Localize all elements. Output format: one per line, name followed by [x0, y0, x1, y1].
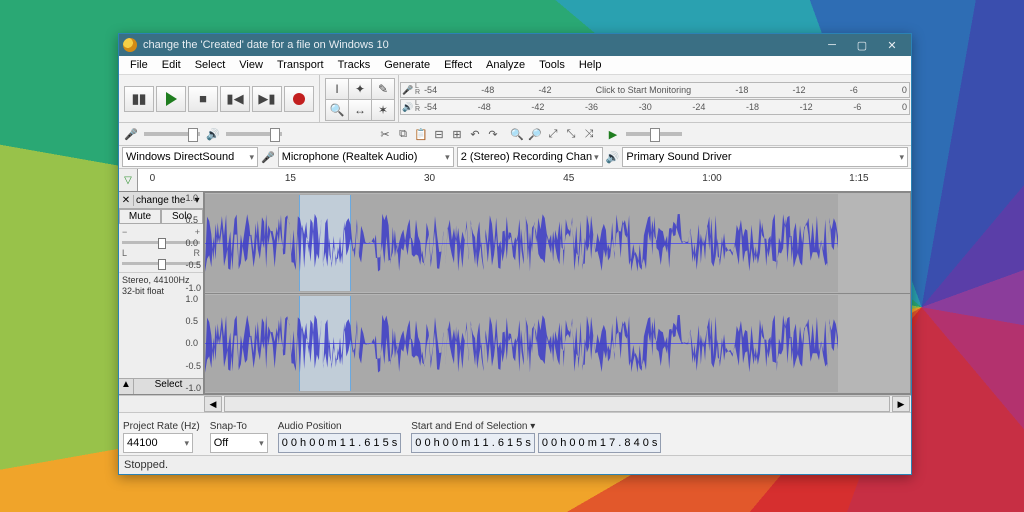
channel-left[interactable]: 1.00.50.0-0.5-1.0: [205, 193, 910, 294]
play-at-speed-icon[interactable]: ▶: [605, 126, 621, 142]
maximize-button[interactable]: ▢: [847, 34, 877, 56]
record-button[interactable]: [284, 86, 314, 112]
redo-icon[interactable]: ↷: [485, 126, 501, 142]
rec-meter-hint: Click to Start Monitoring: [596, 85, 692, 95]
zoom-tool[interactable]: 🔍: [325, 99, 349, 121]
menu-file[interactable]: File: [123, 57, 155, 73]
ruler-pin[interactable]: ▽: [119, 169, 138, 191]
tools-group: I ✦ ✎ 🔍 ↔ ✶: [320, 75, 399, 122]
fit-selection-icon[interactable]: ⤢: [545, 126, 561, 142]
fit-project-icon[interactable]: ⤡: [563, 126, 579, 142]
pos-label: Audio Position: [278, 421, 402, 432]
menu-view[interactable]: View: [232, 57, 270, 73]
menu-tools[interactable]: Tools: [532, 57, 572, 73]
selection-tool[interactable]: I: [325, 78, 349, 100]
undo-icon[interactable]: ↶: [467, 126, 483, 142]
minimize-button[interactable]: ─: [817, 34, 847, 56]
rate-combo[interactable]: 44100▾: [123, 433, 193, 453]
multi-tool[interactable]: ✶: [371, 99, 395, 121]
device-toolbar: Windows DirectSound▾ 🎤 Microphone (Realt…: [119, 146, 911, 169]
h-scrollbar[interactable]: ◀ ▶: [119, 395, 911, 412]
snap-label: Snap-To: [210, 421, 268, 432]
zoom-in-icon[interactable]: 🔍: [509, 126, 525, 142]
sel-end-field[interactable]: 0 0 h 0 0 m 1 7 . 8 4 0 s: [538, 433, 662, 453]
timeshift-tool[interactable]: ↔: [348, 99, 372, 121]
output-icon: 🔊: [606, 151, 620, 164]
status-bar: Stopped.: [119, 455, 911, 474]
play-meter[interactable]: 🔊 LR -54-48-42-36-30-24-18-12-60: [400, 99, 910, 115]
menu-transport[interactable]: Transport: [270, 57, 331, 73]
input-icon: 🎤: [261, 151, 275, 164]
sel-start-field[interactable]: 0 0 h 0 0 m 1 1 . 6 1 5 s: [411, 433, 535, 453]
mixer-edit-row: 🎤 🔊 ✂ ⧉ 📋 ⊟ ⊞ ↶ ↷ 🔍 🔎 ⤢ ⤡ ⤨ ▶: [119, 123, 911, 146]
sel-label: Start and End of Selection: [411, 421, 527, 432]
audacity-icon: [123, 38, 137, 52]
track-name[interactable]: change the: [134, 195, 191, 206]
copy-icon[interactable]: ⧉: [395, 126, 411, 142]
transport-toolbar-row: ▮▮ ■ ▮◀ ▶▮ I ✦ ✎ 🔍 ↔ ✶ 🎤 LR -54-48-42 Cl…: [119, 75, 911, 123]
menu-analyze[interactable]: Analyze: [479, 57, 532, 73]
track-area: ✕ change the ▾ Mute Solo −+ LR Stereo, 4…: [119, 192, 911, 395]
play-speaker-icon: 🔊: [205, 126, 221, 142]
rec-volume-slider[interactable]: [144, 132, 200, 136]
waveform-track[interactable]: 1.00.50.0-0.5-1.0 1.00.50.0-0.5-1.0: [204, 192, 911, 394]
menu-help[interactable]: Help: [572, 57, 609, 73]
mic-icon: 🎤: [401, 85, 415, 96]
rate-label: Project Rate (Hz): [123, 421, 200, 432]
track-close-button[interactable]: ✕: [119, 195, 134, 206]
scroll-right-button[interactable]: ▶: [892, 396, 910, 412]
scroll-left-button[interactable]: ◀: [204, 396, 222, 412]
channels-combo[interactable]: 2 (Stereo) Recording Chan▾: [457, 147, 603, 167]
draw-tool[interactable]: ✎: [371, 78, 395, 100]
pause-button[interactable]: ▮▮: [124, 86, 154, 112]
cut-icon[interactable]: ✂: [377, 126, 393, 142]
zoom-out-icon[interactable]: 🔎: [527, 126, 543, 142]
mute-button[interactable]: Mute: [119, 209, 161, 224]
time-ruler[interactable]: ▽ 0 15 30 45 1:00 1:15: [119, 169, 911, 192]
zoom-toggle-icon[interactable]: ⤨: [581, 126, 597, 142]
menu-tracks[interactable]: Tracks: [331, 57, 378, 73]
status-text: Stopped.: [124, 459, 168, 471]
menu-effect[interactable]: Effect: [437, 57, 479, 73]
menu-bar: File Edit Select View Transport Tracks G…: [119, 56, 911, 75]
envelope-tool[interactable]: ✦: [348, 78, 372, 100]
menu-generate[interactable]: Generate: [377, 57, 437, 73]
audacity-window: change the 'Created' date for a file on …: [118, 33, 912, 475]
play-speed-slider[interactable]: [626, 132, 682, 136]
play-volume-slider[interactable]: [226, 132, 282, 136]
close-button[interactable]: ✕: [877, 34, 907, 56]
skip-end-button[interactable]: ▶▮: [252, 86, 282, 112]
rec-mic-icon: 🎤: [123, 126, 139, 142]
input-combo[interactable]: Microphone (Realtek Audio)▾: [278, 147, 454, 167]
output-combo[interactable]: Primary Sound Driver▾: [622, 147, 908, 167]
titlebar[interactable]: change the 'Created' date for a file on …: [119, 34, 911, 56]
speaker-icon: 🔊: [401, 102, 415, 113]
host-combo[interactable]: Windows DirectSound▾: [122, 147, 258, 167]
meters-group: 🎤 LR -54-48-42 Click to Start Monitoring…: [399, 75, 911, 122]
play-button[interactable]: [156, 86, 186, 112]
collapse-button[interactable]: ▲: [119, 379, 134, 394]
selection-toolbar: Project Rate (Hz) 44100▾ Snap-To Off▾ Au…: [119, 412, 911, 455]
audio-position-field[interactable]: 0 0 h 0 0 m 1 1 . 6 1 5 s: [278, 433, 402, 453]
silence-icon[interactable]: ⊞: [449, 126, 465, 142]
skip-start-button[interactable]: ▮◀: [220, 86, 250, 112]
stop-button[interactable]: ■: [188, 86, 218, 112]
record-meter[interactable]: 🎤 LR -54-48-42 Click to Start Monitoring…: [400, 82, 910, 98]
window-title: change the 'Created' date for a file on …: [143, 39, 389, 51]
menu-edit[interactable]: Edit: [155, 57, 188, 73]
menu-select[interactable]: Select: [188, 57, 233, 73]
transport-group: ▮▮ ■ ▮◀ ▶▮: [119, 75, 320, 122]
trim-icon[interactable]: ⊟: [431, 126, 447, 142]
channel-right[interactable]: 1.00.50.0-0.5-1.0: [205, 294, 910, 394]
paste-icon[interactable]: 📋: [413, 126, 429, 142]
snap-combo[interactable]: Off▾: [210, 433, 268, 453]
